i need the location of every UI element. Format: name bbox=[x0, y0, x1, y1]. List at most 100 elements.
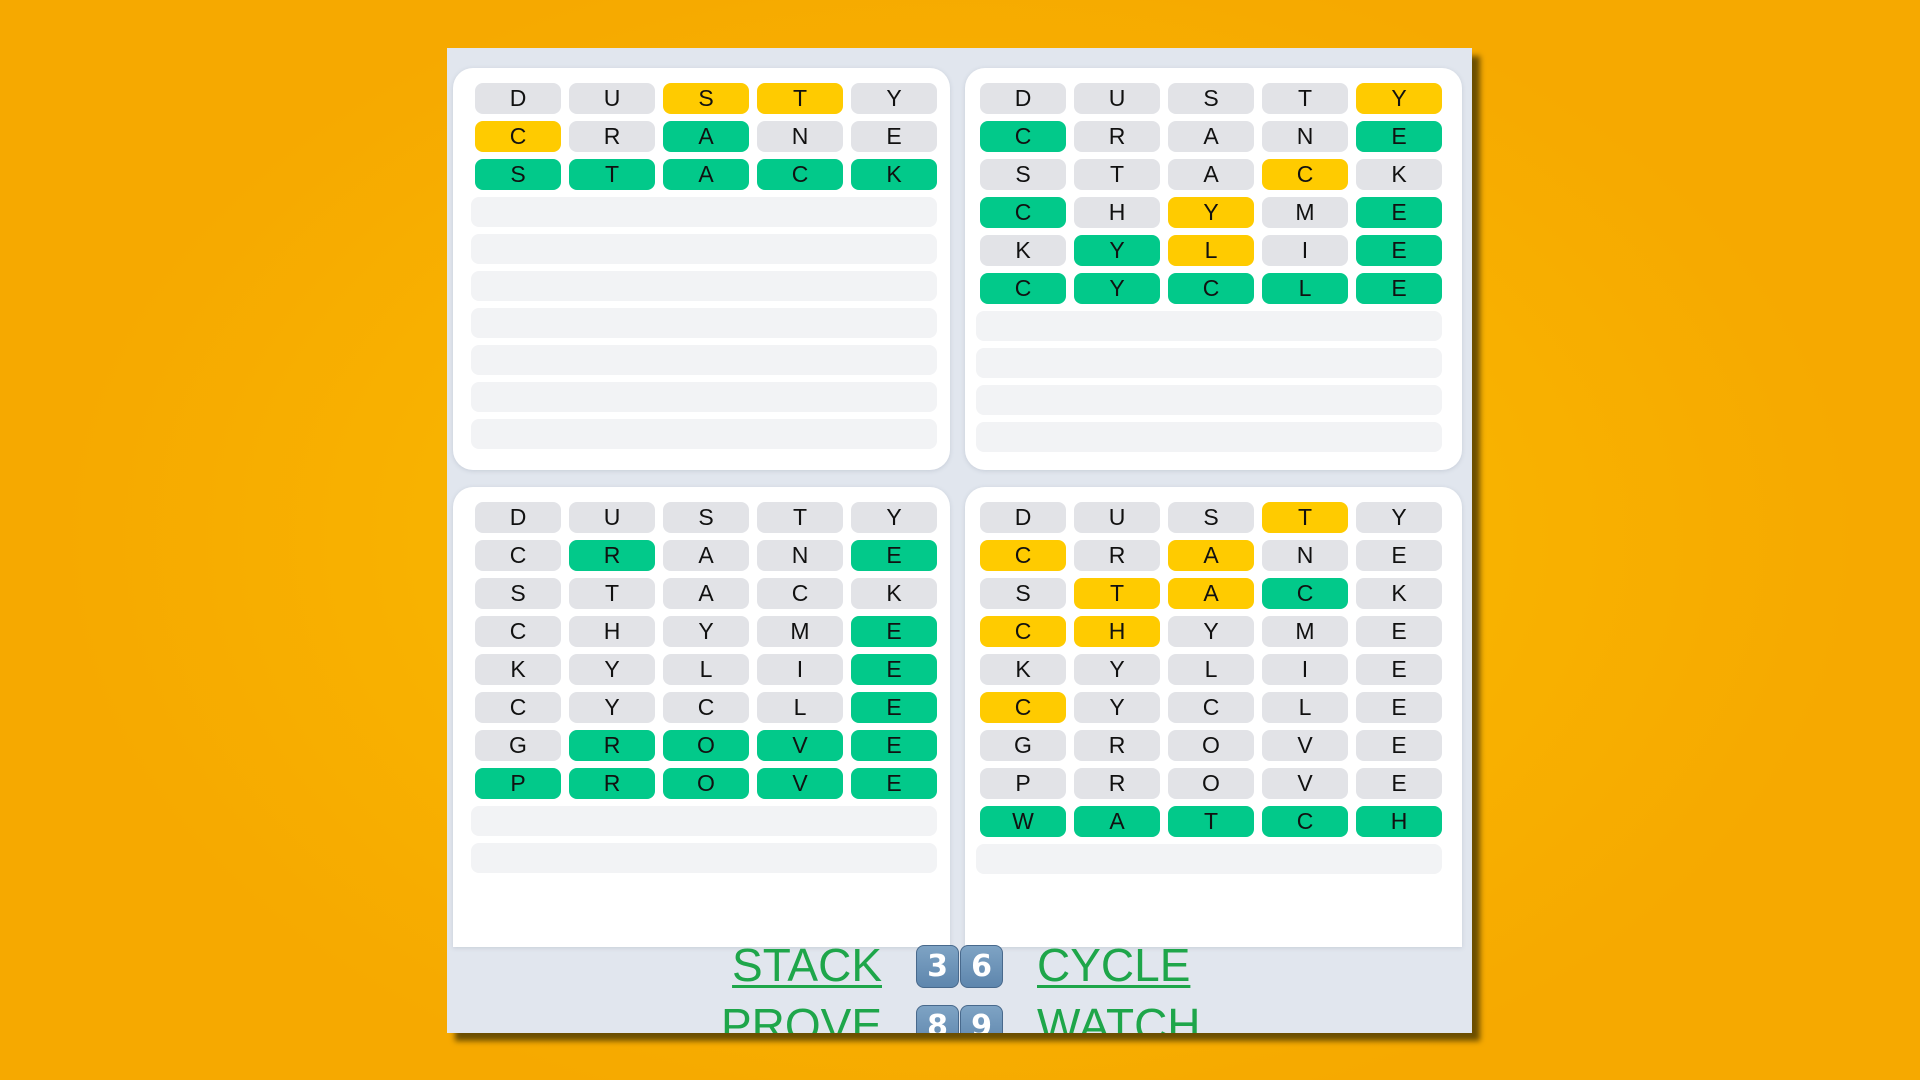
letter-tile-absent: O bbox=[1168, 730, 1254, 761]
letter-tile-absent: L bbox=[663, 654, 749, 685]
letter-tile-absent: Y bbox=[569, 692, 655, 723]
guess-count-keycaps: 3 6 bbox=[916, 945, 1003, 988]
answer-link-stack[interactable]: STACK bbox=[732, 940, 882, 990]
empty-guess-row bbox=[471, 234, 937, 264]
letter-tile-correct: T bbox=[569, 159, 655, 190]
keycap-9-icon: 9 bbox=[960, 1005, 1003, 1033]
letter-tile-correct: A bbox=[663, 159, 749, 190]
letter-tile-absent: K bbox=[1356, 578, 1442, 609]
letter-tile-absent: U bbox=[1074, 502, 1160, 533]
answer-link-cycle[interactable]: CYCLE bbox=[1037, 940, 1190, 990]
letter-tile-absent: L bbox=[1168, 654, 1254, 685]
letter-tile-absent: I bbox=[1262, 654, 1348, 685]
guess-count-keycaps: 8 9 bbox=[916, 1005, 1003, 1033]
guess-row: KYLIE bbox=[980, 654, 1450, 685]
guess-row: CRANE bbox=[980, 540, 1450, 571]
letter-tile-present: T bbox=[1074, 578, 1160, 609]
letter-tile-correct: E bbox=[851, 616, 937, 647]
empty-guess-row bbox=[471, 806, 937, 836]
letter-tile-present: A bbox=[1168, 578, 1254, 609]
letter-tile-absent: E bbox=[1356, 654, 1442, 685]
results-summary: STACK 3 6 CYCLE PROVE 8 9 WATCH bbox=[447, 940, 1472, 1033]
guess-row: PROVE bbox=[980, 768, 1450, 799]
letter-tile-absent: Y bbox=[569, 654, 655, 685]
letter-tile-absent: C bbox=[757, 578, 843, 609]
letter-tile-absent: K bbox=[851, 578, 937, 609]
letter-tile-absent: N bbox=[1262, 540, 1348, 571]
empty-guess-row bbox=[471, 419, 937, 449]
letter-tile-absent: S bbox=[980, 159, 1066, 190]
letter-tile-absent: Y bbox=[1074, 654, 1160, 685]
keycap-3-icon: 3 bbox=[916, 945, 959, 988]
letter-tile-correct: E bbox=[851, 692, 937, 723]
letter-tile-absent: C bbox=[475, 540, 561, 571]
letter-tile-correct: A bbox=[1074, 806, 1160, 837]
letter-tile-correct: H bbox=[1356, 806, 1442, 837]
letter-tile-absent: T bbox=[1262, 83, 1348, 114]
letter-tile-absent: U bbox=[1074, 83, 1160, 114]
guess-row: CRANE bbox=[980, 121, 1450, 152]
letter-tile-absent: Y bbox=[1074, 692, 1160, 723]
letter-tile-absent: C bbox=[475, 616, 561, 647]
letter-tile-absent: M bbox=[1262, 616, 1348, 647]
letter-tile-absent: D bbox=[475, 502, 561, 533]
guess-row: CYCLE bbox=[475, 692, 945, 723]
summary-row-2: PROVE 8 9 WATCH bbox=[447, 1000, 1472, 1033]
guess-row: STACK bbox=[475, 578, 945, 609]
letter-tile-absent: A bbox=[663, 578, 749, 609]
empty-guess-row bbox=[471, 843, 937, 873]
letter-tile-correct: O bbox=[663, 730, 749, 761]
letter-tile-absent: R bbox=[1074, 121, 1160, 152]
letter-tile-correct: E bbox=[851, 540, 937, 571]
letter-tile-absent: D bbox=[980, 502, 1066, 533]
guess-row: CRANE bbox=[475, 540, 945, 571]
keycap-8-icon: 8 bbox=[916, 1005, 959, 1033]
guess-row: STACK bbox=[980, 578, 1450, 609]
board-4: DUSTYCRANESTACKCHYMEKYLIECYCLEGROVEPROVE… bbox=[965, 487, 1462, 947]
letter-tile-absent: S bbox=[1168, 502, 1254, 533]
letter-tile-absent: C bbox=[1168, 692, 1254, 723]
letter-tile-correct: O bbox=[663, 768, 749, 799]
board-3: DUSTYCRANESTACKCHYMEKYLIECYCLEGROVEPROVE bbox=[453, 487, 950, 947]
letter-tile-correct: C bbox=[980, 273, 1066, 304]
letter-tile-absent: E bbox=[851, 121, 937, 152]
letter-tile-correct: R bbox=[569, 768, 655, 799]
letter-tile-present: C bbox=[980, 540, 1066, 571]
letter-tile-absent: K bbox=[980, 235, 1066, 266]
letter-tile-absent: N bbox=[757, 540, 843, 571]
letter-tile-correct: C bbox=[980, 121, 1066, 152]
keycap-6-icon: 6 bbox=[960, 945, 1003, 988]
letter-tile-present: C bbox=[1262, 159, 1348, 190]
letter-tile-correct: Y bbox=[1074, 273, 1160, 304]
letter-tile-correct: R bbox=[569, 730, 655, 761]
empty-guess-row bbox=[471, 345, 937, 375]
letter-tile-absent: A bbox=[1168, 159, 1254, 190]
guess-row: CHYME bbox=[980, 616, 1450, 647]
letter-tile-absent: U bbox=[569, 502, 655, 533]
letter-tile-absent: Y bbox=[663, 616, 749, 647]
answer-link-prove[interactable]: PROVE bbox=[721, 1000, 882, 1033]
guess-row: DUSTY bbox=[980, 502, 1450, 533]
letter-tile-absent: N bbox=[1262, 121, 1348, 152]
answer-link-watch[interactable]: WATCH bbox=[1037, 1000, 1201, 1033]
board-2: DUSTYCRANESTACKCHYMEKYLIECYCLE bbox=[965, 68, 1462, 470]
empty-guess-row bbox=[976, 385, 1442, 415]
guess-row: CHYME bbox=[475, 616, 945, 647]
guess-row: CRANE bbox=[475, 121, 945, 152]
letter-tile-absent: V bbox=[1262, 768, 1348, 799]
letter-tile-absent: C bbox=[475, 692, 561, 723]
letter-tile-absent: C bbox=[663, 692, 749, 723]
quordle-results-panel: DUSTYCRANESTACK DUSTYCRANESTACKCHYMEKYLI… bbox=[447, 48, 1472, 1033]
letter-tile-absent: Y bbox=[1168, 616, 1254, 647]
letter-tile-correct: V bbox=[757, 730, 843, 761]
letter-tile-correct: R bbox=[569, 540, 655, 571]
empty-guess-row bbox=[976, 311, 1442, 341]
letter-tile-absent: T bbox=[1074, 159, 1160, 190]
letter-tile-correct: P bbox=[475, 768, 561, 799]
empty-guess-row bbox=[976, 348, 1442, 378]
guess-row: KYLIE bbox=[475, 654, 945, 685]
letter-tile-absent: G bbox=[980, 730, 1066, 761]
letter-tile-absent: K bbox=[1356, 159, 1442, 190]
letter-tile-correct: T bbox=[1168, 806, 1254, 837]
letter-tile-absent: T bbox=[757, 502, 843, 533]
